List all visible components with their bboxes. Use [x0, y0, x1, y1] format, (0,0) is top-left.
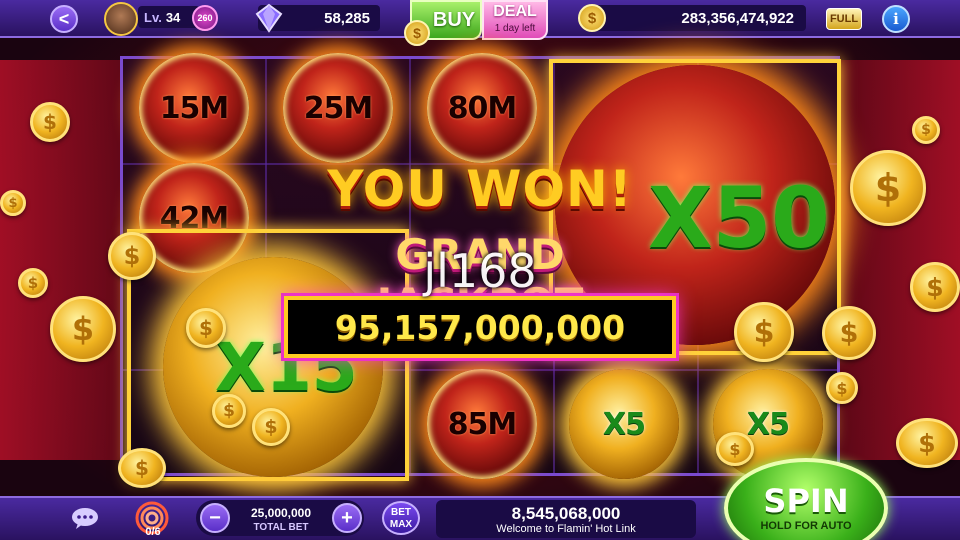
- decrease-bet-button[interactable]: −: [200, 503, 230, 533]
- level-value: 34: [165, 9, 181, 25]
- total-bet-value: 25,000,000: [250, 506, 312, 520]
- fire-orb: 80M: [427, 53, 537, 163]
- fire-orb: 85M: [427, 369, 537, 479]
- win-amount: 95,157,000,000: [334, 307, 626, 347]
- watermark: jl168: [423, 244, 537, 298]
- orb-value: 25M: [303, 90, 374, 126]
- coin-icon: $: [108, 232, 156, 280]
- orb-value: 80M: [447, 90, 518, 126]
- info-button[interactable]: i: [882, 5, 910, 33]
- coin-icon: $: [186, 308, 226, 348]
- coin-icon: $: [734, 302, 794, 362]
- fire-orb: 15M: [139, 53, 249, 163]
- deal-timer: 1 day left: [494, 23, 536, 34]
- bet-max-line2: MAX: [389, 519, 413, 530]
- level-badge: 260: [192, 5, 218, 31]
- coin-icon: $: [910, 262, 960, 312]
- spin-label[interactable]: SPIN: [724, 482, 888, 520]
- bet-max-line1: BET: [391, 507, 411, 518]
- orb-multiplier: X5: [746, 406, 790, 442]
- spin-hint: HOLD FOR AUTO: [760, 520, 852, 532]
- chat-button[interactable]: [68, 504, 102, 532]
- level-prefix: Lv.: [144, 9, 162, 25]
- info-icon: i: [893, 10, 899, 28]
- target-count: 0/6: [145, 526, 161, 538]
- bet-max-button[interactable]: BET MAX: [382, 501, 420, 535]
- fire-orb: 25M: [283, 53, 393, 163]
- coin-icon: $: [578, 4, 606, 32]
- coin-icon: $: [404, 20, 430, 46]
- chat-icon: [72, 508, 98, 529]
- back-button[interactable]: <: [50, 5, 78, 33]
- win-headline: YOU WON!: [327, 160, 633, 218]
- coin-icon: $: [826, 372, 858, 404]
- coin-icon: $: [0, 190, 26, 216]
- coin-icon: $: [912, 116, 940, 144]
- coin-icon: $: [896, 418, 958, 468]
- deal-label: DEAL: [493, 3, 537, 20]
- coin-icon: $: [30, 102, 70, 142]
- coin-icon: $: [252, 408, 290, 446]
- coin-icon: $: [118, 448, 166, 488]
- background-curtain-right: [840, 60, 960, 460]
- win-amount-box: 95,157,000,000: [284, 296, 676, 358]
- back-icon: <: [58, 8, 70, 29]
- win-display-value: 8,545,068,000: [511, 504, 621, 523]
- coin-icon: $: [822, 306, 876, 360]
- orb-value: 15M: [159, 90, 230, 126]
- orb-value: 85M: [447, 406, 518, 442]
- gem-icon: [255, 3, 283, 33]
- welcome-message: Welcome to Flamin' Hot Link: [496, 523, 636, 535]
- increase-bet-button[interactable]: +: [332, 503, 362, 533]
- total-bet-label: TOTAL BET: [253, 522, 309, 533]
- deal-button[interactable]: DEAL 1 day left: [482, 0, 548, 40]
- avatar[interactable]: [104, 2, 138, 36]
- level-indicator: Lv. 34: [138, 6, 200, 28]
- multiplier-x50: X50: [648, 169, 830, 267]
- coin-balance: 283,356,474,922: [584, 5, 806, 31]
- gold-orb: X5: [569, 369, 679, 479]
- full-badge[interactable]: FULL: [826, 8, 862, 30]
- coin-icon: $: [716, 432, 754, 466]
- coin-icon: $: [212, 394, 246, 428]
- coin-icon: $: [18, 268, 48, 298]
- coin-icon: $: [50, 296, 116, 362]
- orb-multiplier: X5: [602, 406, 646, 442]
- coin-icon: $: [850, 150, 926, 226]
- buy-label: BUY: [432, 8, 476, 31]
